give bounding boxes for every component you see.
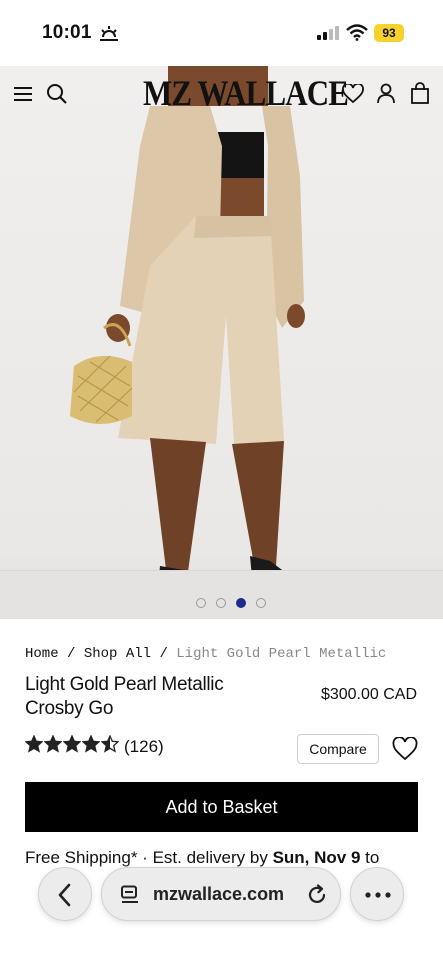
account-icon[interactable] (377, 83, 395, 104)
carousel-dot[interactable] (236, 598, 246, 608)
back-button[interactable] (38, 867, 92, 921)
carousel-dot[interactable] (216, 598, 226, 608)
rating-stars[interactable] (25, 735, 119, 753)
battery-indicator: 93 (374, 24, 404, 42)
breadcrumb-current: Light Gold Pearl Metallic (176, 646, 387, 662)
star-icon (101, 735, 119, 753)
star-icon (25, 735, 43, 753)
search-icon[interactable] (46, 83, 68, 105)
reload-icon[interactable] (306, 884, 328, 906)
wishlist-heart-icon[interactable] (392, 737, 418, 761)
product-title-line-1: Light Gold Pearl Metallic (25, 674, 224, 695)
star-icon (82, 735, 100, 753)
cellular-signal-icon (317, 26, 339, 40)
product-price: $300.00 CAD (320, 686, 417, 703)
carousel-dot[interactable] (256, 598, 266, 608)
carousel-dot[interactable] (196, 598, 206, 608)
compare-button[interactable]: Compare (297, 734, 379, 764)
chevron-left-icon (58, 883, 71, 907)
page-menu-icon[interactable] (120, 885, 140, 905)
status-bar: 10:01 93 (0, 0, 443, 64)
breadcrumb-home[interactable]: Home (25, 646, 59, 662)
carousel-dots (196, 598, 266, 608)
product-image[interactable] (0, 66, 443, 619)
bag-icon[interactable] (411, 82, 429, 104)
product-photo-illustration (70, 66, 324, 611)
heart-icon[interactable] (342, 84, 364, 104)
more-options-button[interactable] (350, 867, 404, 921)
sunset-icon (100, 26, 118, 41)
review-count[interactable]: (126) (124, 737, 164, 757)
status-time: 10:01 (42, 22, 92, 43)
image-floor (0, 570, 443, 619)
ellipsis-icon (365, 892, 391, 898)
breadcrumb: Home / Shop All / Light Gold Pearl Metal… (25, 646, 386, 662)
breadcrumb-separator: / (151, 646, 177, 662)
wifi-icon (346, 24, 368, 41)
star-icon (44, 735, 62, 753)
url-text[interactable]: mzwallace.com (153, 884, 284, 905)
breadcrumb-separator: / (58, 646, 84, 662)
product-title: Light Gold Pearl Metallic Crosby Go (25, 673, 285, 721)
breadcrumb-shop-all[interactable]: Shop All (84, 646, 151, 662)
menu-icon[interactable] (14, 86, 32, 102)
product-title-line-2: Crosby Go (25, 698, 114, 719)
brand-logo[interactable]: MZ WALLACE (143, 72, 349, 114)
star-icon (63, 735, 81, 753)
add-to-basket-button[interactable]: Add to Basket (25, 782, 418, 832)
